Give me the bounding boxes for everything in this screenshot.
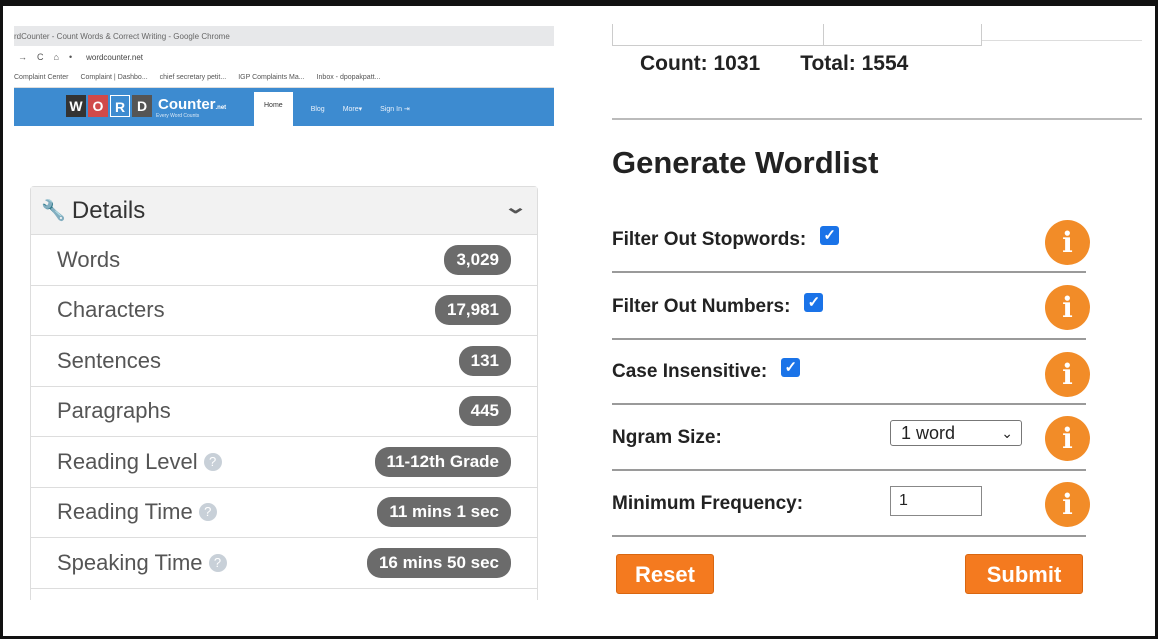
details-row-reading-time: Reading Time? 11 mins 1 sec <box>31 488 537 538</box>
chevron-down-icon: ⌄ <box>1001 425 1013 441</box>
option-stopwords: Filter Out Stopwords: ✓ i <box>612 208 1090 273</box>
info-icon[interactable]: i <box>1045 285 1090 330</box>
details-row-partial <box>31 589 537 601</box>
info-icon[interactable]: i <box>1045 416 1090 461</box>
section-divider <box>612 118 1142 120</box>
site-logo[interactable]: W O R D Counter.net Every Word Counts <box>66 95 226 119</box>
nav-more[interactable]: More▾ <box>343 105 362 126</box>
logo-letter: O <box>88 95 108 117</box>
wrench-icon: 🔧 <box>41 200 66 222</box>
details-row-reading-level: Reading Level? 11-12th Grade <box>31 437 537 488</box>
numbers-checkbox[interactable]: ✓ <box>804 293 824 312</box>
help-icon[interactable]: ? <box>198 503 217 522</box>
back-icon[interactable]: → <box>18 52 27 62</box>
count-summary: Count: 1031 Total: 1554 <box>640 52 908 76</box>
minfreq-label: Minimum Frequency: <box>612 492 804 514</box>
details-title: Details <box>71 196 146 224</box>
row-badge: 17,981 <box>435 295 511 326</box>
ngram-select[interactable]: 1 word ⌄ <box>890 420 1022 446</box>
row-badge: 3,029 <box>444 244 511 275</box>
count-label: Count: 1031 <box>640 52 761 75</box>
bookmark-item[interactable]: Complaint Center <box>14 74 68 81</box>
details-row-words: Words 3,029 <box>31 235 537 286</box>
bookmarks-bar: Complaint Center Complaint | Dashbo... c… <box>14 68 554 88</box>
row-badge: 131 <box>458 345 511 376</box>
help-icon[interactable]: ? <box>203 452 222 471</box>
details-header[interactable]: 🔧 Details ⌄ <box>31 187 537 235</box>
bookmark-item[interactable]: IGP Complaints Ma... <box>238 74 304 81</box>
option-label: Filter Out Stopwords: <box>612 228 807 250</box>
help-icon[interactable]: ? <box>208 553 227 572</box>
wordcounter-browser: rdCounter - Count Words & Correct Writin… <box>14 26 554 600</box>
row-label: Paragraphs <box>57 398 171 424</box>
browser-title: rdCounter - Count Words & Correct Writin… <box>14 32 230 41</box>
details-row-characters: Characters 17,981 <box>31 286 537 336</box>
row-label: Characters <box>57 297 165 323</box>
info-icon[interactable]: i <box>1045 482 1090 527</box>
minfreq-input[interactable]: 1 <box>890 486 982 516</box>
nav-blog[interactable]: Blog <box>311 106 325 126</box>
option-numbers: Filter Out Numbers: ✓ i <box>612 275 1090 340</box>
details-row-speaking-time: Speaking Time? 16 mins 50 sec <box>31 538 537 589</box>
table-stub <box>612 24 982 46</box>
info-icon[interactable]: i <box>1045 220 1090 265</box>
info-icon[interactable]: i <box>1045 352 1090 397</box>
site-navbar: W O R D Counter.net Every Word Counts Ho… <box>14 88 554 126</box>
wordlist-title: Generate Wordlist <box>612 145 879 180</box>
bookmark-item[interactable]: chief secretary petit... <box>160 74 227 81</box>
browser-titlebar: rdCounter - Count Words & Correct Writin… <box>14 26 554 46</box>
bookmark-item[interactable]: Complaint | Dashbo... <box>80 74 147 81</box>
details-row-sentences: Sentences 131 <box>31 336 537 387</box>
row-badge: 11 mins 1 sec <box>377 497 511 528</box>
logo-letter: D <box>132 95 152 117</box>
case-checkbox[interactable]: ✓ <box>781 358 801 377</box>
row-badge: 11-12th Grade <box>374 446 511 477</box>
row-badge: 16 mins 50 sec <box>366 547 511 578</box>
option-ngram: Ngram Size: 1 word ⌄ i <box>612 406 1090 471</box>
total-label: Total: 1554 <box>800 52 909 75</box>
wordlist-panel: Count: 1031 Total: 1554 Generate Wordlis… <box>590 0 1150 639</box>
submit-button[interactable]: Submit <box>965 554 1083 594</box>
reload-icon[interactable]: C <box>37 52 44 62</box>
divider <box>982 40 1142 41</box>
details-row-paragraphs: Paragraphs 445 <box>31 387 537 437</box>
row-label: Speaking Time? <box>57 550 227 576</box>
site-nav-tabs: Home Blog More▾ Sign In ⇥ <box>254 92 410 126</box>
address-bar[interactable]: → C ⌂ • wordcounter.net <box>14 46 554 68</box>
row-label: Words <box>57 246 121 272</box>
stopwords-checkbox[interactable]: ✓ <box>820 226 840 245</box>
reset-button[interactable]: Reset <box>616 554 714 594</box>
chevron-down-icon[interactable]: ⌄ <box>503 197 527 218</box>
bookmark-item[interactable]: Inbox - dpopakpatt... <box>317 74 381 81</box>
lock-icon: • <box>68 52 73 62</box>
row-label: Reading Time? <box>57 499 217 525</box>
nav-sign-in[interactable]: Sign In ⇥ <box>380 105 410 126</box>
logo-tagline: Every Word Counts <box>156 113 200 119</box>
details-panel: 🔧 Details ⌄ Words 3,029 Characters 17,98… <box>30 186 538 600</box>
nav-home[interactable]: Home <box>254 92 293 126</box>
logo-letter: R <box>110 95 130 117</box>
row-badge: 445 <box>458 396 511 427</box>
row-label: Reading Level? <box>57 449 222 475</box>
row-label: Sentences <box>57 347 161 373</box>
logo-letter: W <box>66 95 86 117</box>
option-label: Case Insensitive: <box>612 360 768 382</box>
ngram-label: Ngram Size: <box>612 426 722 448</box>
option-case-insensitive: Case Insensitive: ✓ i <box>612 340 1090 405</box>
url-text[interactable]: wordcounter.net <box>86 53 143 62</box>
home-icon[interactable]: ⌂ <box>54 52 59 62</box>
option-label: Filter Out Numbers: <box>612 295 791 317</box>
option-min-frequency: Minimum Frequency: 1 i <box>612 472 1090 537</box>
